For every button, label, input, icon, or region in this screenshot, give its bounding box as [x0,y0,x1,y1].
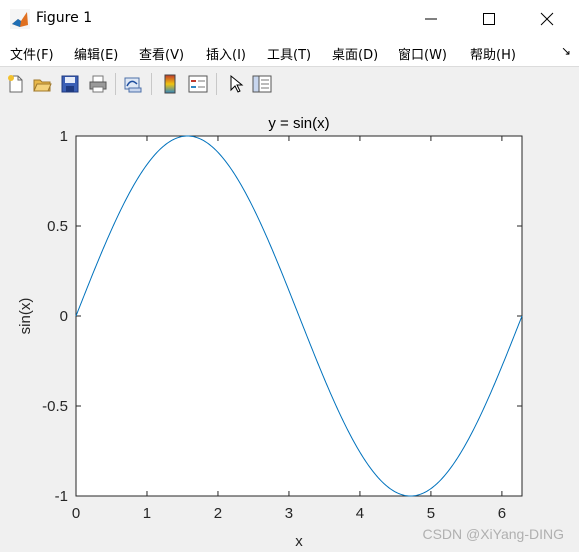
save-icon[interactable] [60,74,80,94]
close-icon [540,12,554,26]
toolbar-separator [115,73,116,95]
menu-desktop[interactable]: 桌面(D) [332,44,378,63]
toolbar-separator [151,73,152,95]
watermark: CSDN @XiYang-DING [422,526,564,542]
maximize-icon [483,13,495,25]
print-icon[interactable] [88,74,108,94]
x-tick-label: 3 [285,505,293,522]
link-plot-icon[interactable] [123,74,143,94]
title-bar: Figure 1 [0,0,579,38]
plot-title: y = sin(x) [268,115,329,132]
new-figure-icon[interactable] [6,74,26,94]
y-tick-label: -1 [55,488,68,505]
menu-file[interactable]: 文件(F) [10,44,54,63]
colorbar-icon[interactable] [160,74,180,94]
x-tick-label: 2 [214,505,222,522]
toolbar [0,66,579,102]
y-tick-label: 0.5 [47,218,68,235]
toolbar-separator [216,73,217,95]
menu-bar: 文件(F) 编辑(E) 查看(V) 插入(I) 工具(T) 桌面(D) 窗口(W… [0,38,579,66]
y-tick-label: 0 [60,308,68,325]
minimize-button[interactable] [402,0,460,38]
y-axis-label: sin(x) [17,298,34,335]
x-axis-label: x [295,533,303,550]
y-tick-label: 1 [60,128,68,145]
open-icon[interactable] [32,74,52,94]
minimize-icon [425,18,437,20]
property-editor-icon[interactable] [252,74,272,94]
x-tick-label: 6 [498,505,506,522]
menu-overflow-arrow[interactable]: ↘ [561,44,571,58]
menu-edit[interactable]: 编辑(E) [74,44,118,63]
menu-help[interactable]: 帮助(H) [470,44,516,63]
close-button[interactable] [518,0,576,38]
x-tick-label: 1 [143,505,151,522]
window-title: Figure 1 [36,10,93,26]
legend-icon[interactable] [188,74,208,94]
figure-canvas: 0 1 2 3 4 5 6 -1 -0.5 0 0.5 1 y = sin(x) x sin(x) C… [0,101,579,552]
menu-window[interactable]: 窗口(W) [398,44,447,63]
x-tick-label: 5 [427,505,435,522]
axes[interactable]: 0 1 2 3 4 5 6 -1 -0.5 0 0.5 1 y = sin(x) x sin(x) [0,101,579,552]
x-tick-label: 0 [72,505,80,522]
y-tick-label: -0.5 [42,398,68,415]
menu-insert[interactable]: 插入(I) [206,44,246,63]
menu-view[interactable]: 查看(V) [139,44,184,63]
x-tick-label: 4 [356,505,364,522]
maximize-button[interactable] [460,0,518,38]
matlab-icon [10,9,30,29]
menu-tools[interactable]: 工具(T) [267,44,311,63]
pointer-icon[interactable] [226,74,246,94]
figure-window: Figure 1 文件(F) 编辑(E) 查看(V) 插入(I) 工具(T) 桌… [0,0,579,552]
